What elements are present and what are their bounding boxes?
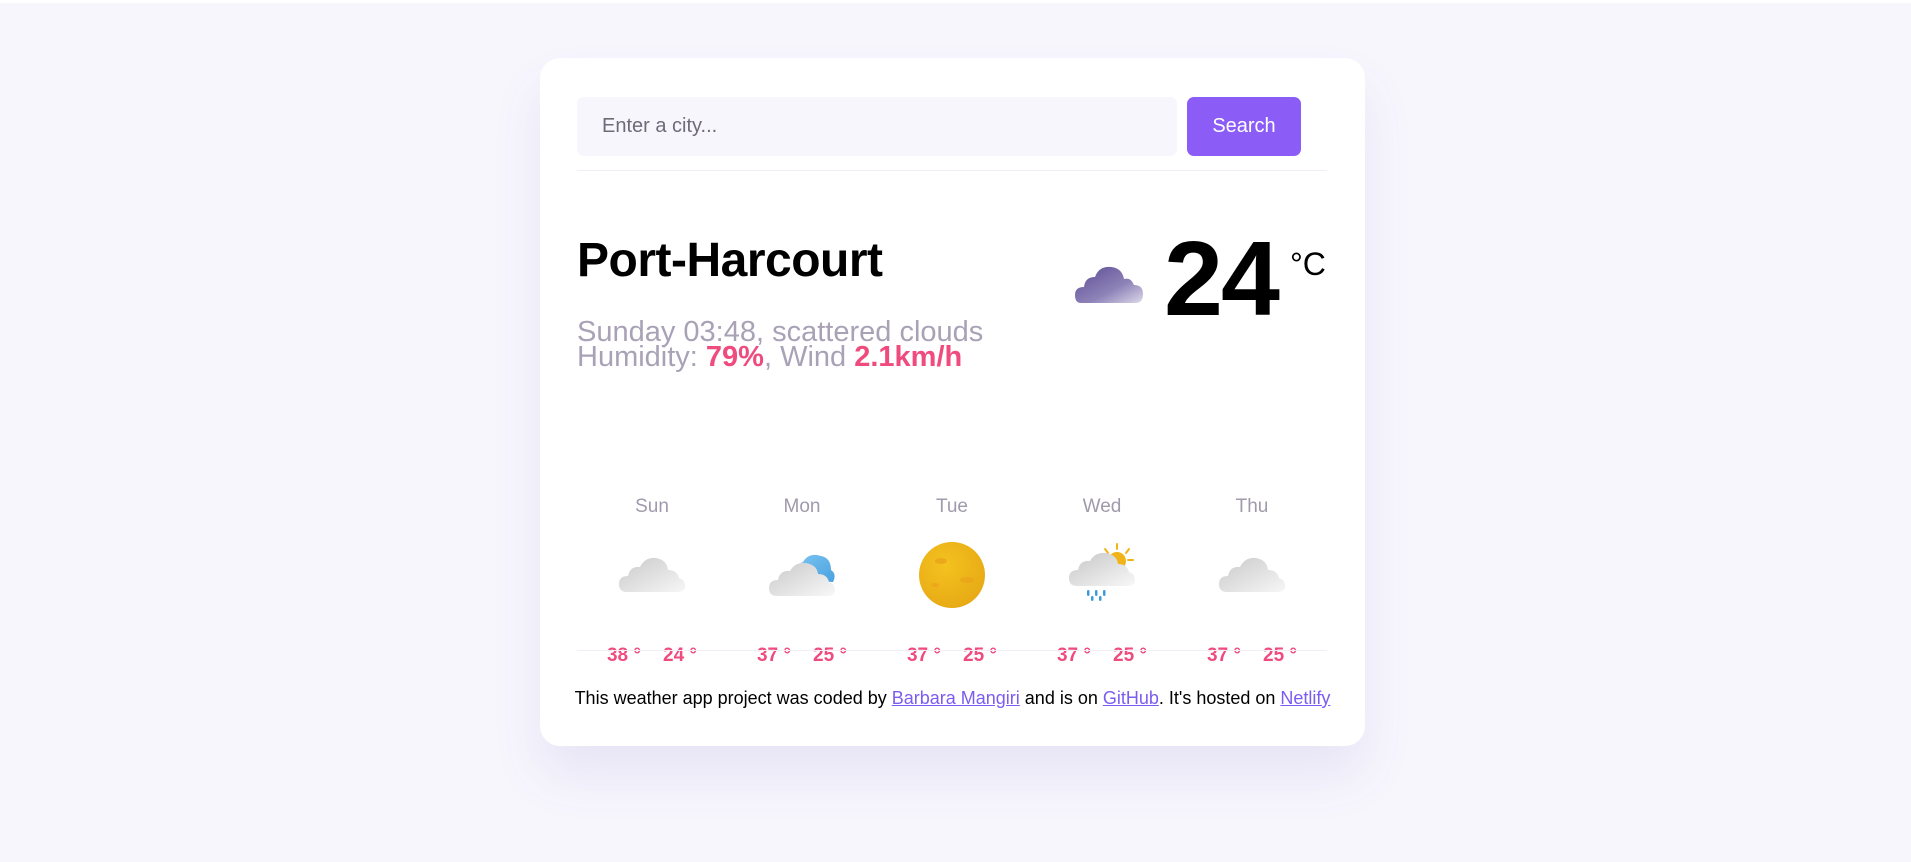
city-name: Port-Harcourt (577, 234, 883, 287)
sun-icon (919, 542, 985, 608)
forecast-day-name: Tue (935, 496, 969, 517)
humidity-label: Humidity: (577, 341, 706, 373)
forecast-max-temp: 37 ° (1056, 645, 1091, 666)
forecast-temps: 37 ° 25 ° (727, 645, 877, 667)
current-temperature: 24 (1164, 220, 1280, 338)
forecast-day-name: Mon (783, 496, 821, 517)
author-link[interactable]: Barbara Mangiri (892, 688, 1020, 708)
broken-clouds-icon (619, 557, 685, 592)
forecast-day-name: Wed (1082, 496, 1122, 517)
temperature-unit: °C (1290, 246, 1326, 282)
forecast-min-temp: 25 ° (963, 645, 998, 666)
footer-text: This weather app project was coded by (574, 688, 892, 708)
forecast-min-temp: 25 ° (1113, 645, 1148, 666)
forecast-max-temp: 37 ° (1206, 645, 1241, 666)
top-divider (577, 170, 1327, 171)
github-link[interactable]: GitHub (1103, 688, 1159, 708)
wind-value: 2.1km/h (854, 341, 963, 373)
forecast-min-temp: 25 ° (1263, 645, 1298, 666)
forecast-min-temp: 25 ° (813, 645, 848, 666)
forecast-temps: 37 ° 25 ° (1177, 645, 1327, 667)
humidity-wind-line: Humidity: 79%, Wind 2.1km/h (577, 343, 983, 372)
city-search-input[interactable] (577, 97, 1177, 156)
broken-clouds-icon (1219, 557, 1285, 592)
footer-text: and is on (1019, 688, 1103, 708)
forecast-day-name: Thu (1235, 496, 1269, 517)
wind-label: , Wind (763, 341, 855, 373)
humidity-value: 79% (705, 341, 764, 373)
bottom-divider (577, 650, 1327, 651)
forecast-temps: 38 ° 24 ° (577, 645, 727, 667)
top-strip (0, 0, 1911, 3)
current-details: Sunday 03:48, scattered clouds Humidity:… (577, 318, 983, 372)
weather-card: Search Port-Harcourt Sunday 03:48, scatt… (540, 58, 1365, 746)
search-button[interactable]: Search (1187, 97, 1301, 156)
scattered-clouds-icon (1075, 266, 1143, 303)
forecast-max-temp: 37 ° (906, 645, 941, 666)
few-clouds-icon (769, 554, 835, 596)
forecast-day-name: Sun (635, 496, 669, 517)
forecast-list: Sun 38 ° 24 ° Mon 37 ° 25 ° Tue 37 ° 25 … (577, 496, 1327, 676)
netlify-link[interactable]: Netlify (1280, 688, 1330, 708)
forecast-temps: 37 ° 25 ° (877, 645, 1027, 667)
footer: This weather app project was coded by Ba… (540, 688, 1365, 709)
forecast-max-temp: 38 ° (606, 645, 641, 666)
footer-text: . It's hosted on (1158, 688, 1281, 708)
forecast-min-temp: 24 ° (663, 645, 698, 666)
forecast-max-temp: 37 ° (756, 645, 791, 666)
sun-rain-icon (1069, 543, 1135, 601)
forecast-temps: 37 ° 25 ° (1027, 645, 1177, 667)
